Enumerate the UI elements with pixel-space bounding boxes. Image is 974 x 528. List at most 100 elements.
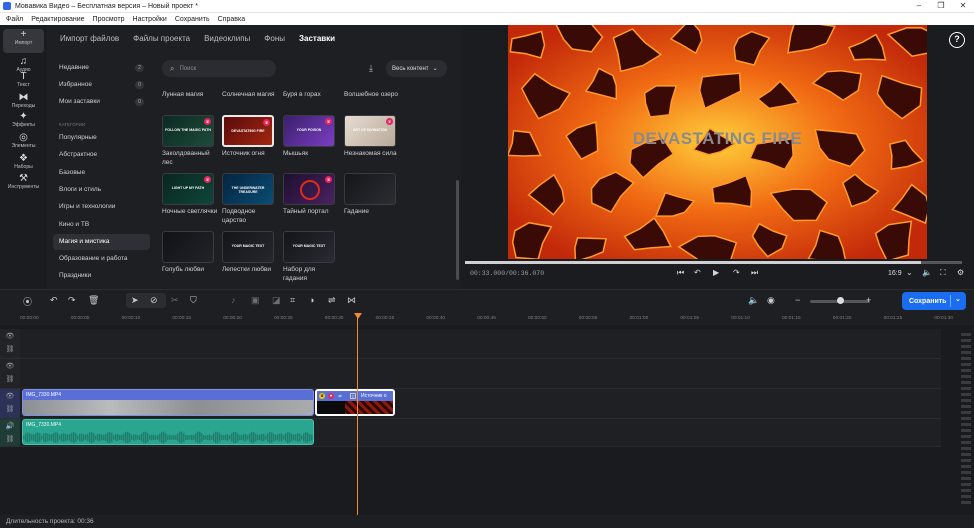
- link-icon[interactable]: ⛓: [0, 434, 20, 445]
- video-clip[interactable]: IMG_7330.MP4: [22, 389, 314, 416]
- category-item[interactable]: Магия и мистика: [53, 233, 150, 250]
- fullscreen-icon[interactable]: ⛶: [940, 268, 946, 278]
- category-item[interactable]: Абстрактное: [53, 147, 150, 163]
- library-scrollbar[interactable]: [456, 180, 459, 280]
- adjust-icon[interactable]: ⇌: [328, 295, 336, 306]
- volume-icon[interactable]: 🔈: [922, 268, 932, 277]
- rail-item[interactable]: ⚒ Инструменты: [3, 173, 44, 190]
- eye-icon[interactable]: 👁: [0, 361, 20, 372]
- library-tab[interactable]: Файлы проекта: [132, 34, 191, 43]
- menu-item[interactable]: Справка: [218, 16, 245, 23]
- rail-item[interactable]: ❖ Наборы: [3, 153, 44, 170]
- settings-icon[interactable]: ⚙: [957, 268, 964, 277]
- category-item[interactable]: Избранное 0: [53, 77, 150, 93]
- category-item[interactable]: Игры и технологии: [53, 199, 150, 215]
- download-icon[interactable]: ⤓: [369, 63, 373, 74]
- intro-thumbnail[interactable]: ♛: [283, 173, 335, 205]
- skip-forward-icon[interactable]: ⏭: [751, 268, 758, 278]
- close-icon[interactable]: ✕: [952, 0, 974, 12]
- pointer-icon[interactable]: ➤: [131, 295, 139, 306]
- skip-back-icon[interactable]: ⏮: [677, 268, 684, 278]
- zoom-out-icon[interactable]: −: [795, 295, 800, 305]
- crop-tool-icon[interactable]: ⌗: [290, 295, 295, 306]
- library-tab[interactable]: Видеоклипы: [203, 34, 251, 43]
- intro-thumbnail[interactable]: FOLLOW THE MAGIC PATH ♛: [162, 115, 214, 147]
- rail-item[interactable]: ✦ Эффекты: [3, 111, 44, 128]
- category-item[interactable]: Популярные: [53, 130, 150, 146]
- intro-title[interactable]: Буря в горах: [283, 90, 339, 99]
- category-item[interactable]: Кино и ТВ: [53, 217, 150, 233]
- eye-icon[interactable]: 👁: [0, 391, 20, 402]
- menu-item[interactable]: Сохранить: [175, 16, 210, 23]
- library-tab[interactable]: Импорт файлов: [59, 34, 120, 43]
- intro-thumbnail[interactable]: [344, 173, 396, 205]
- menu-item[interactable]: Редактирование: [31, 16, 84, 23]
- link-icon[interactable]: ⛓: [0, 404, 20, 415]
- audio-icon[interactable]: 🔊: [0, 421, 20, 432]
- mask-icon[interactable]: ⛉: [190, 295, 197, 306]
- rail-item[interactable]: + Импорт: [3, 29, 44, 53]
- playhead[interactable]: [357, 313, 358, 515]
- voiceover-icon[interactable]: 🔈: [748, 295, 759, 306]
- intro-title[interactable]: Волшебное озеро: [344, 90, 400, 99]
- blade-icon[interactable]: ⊘: [150, 295, 158, 306]
- cut-icon[interactable]: ✂: [171, 295, 179, 306]
- aspect-ratio-select[interactable]: 16:9: [888, 270, 902, 277]
- minimize-icon[interactable]: –: [908, 0, 930, 12]
- title-clip[interactable]: ♛ ♥ ⇌ T Источник о: [315, 389, 395, 416]
- rail-item[interactable]: ⧓ Переходы: [3, 92, 44, 109]
- intro-thumbnail[interactable]: [162, 231, 214, 263]
- intro-thumbnail[interactable]: ART OF DIVINATION ♛: [344, 115, 396, 147]
- rotate-icon[interactable]: ◪: [272, 295, 281, 306]
- rail-item[interactable]: ◎ Элементы: [3, 132, 44, 149]
- maximize-icon[interactable]: ❐: [930, 0, 952, 12]
- video-preview[interactable]: DEVASTATING FIRE: [508, 25, 927, 259]
- intro-title[interactable]: Солнечная магия: [222, 90, 278, 99]
- track-lane-1[interactable]: [20, 329, 941, 359]
- redo-icon[interactable]: ↷: [68, 295, 76, 306]
- search-input[interactable]: ⌕ Поиск: [162, 60, 276, 77]
- audio-clip[interactable]: IMG_7330.MP4: [22, 419, 314, 445]
- record-icon[interactable]: ⦿: [23, 295, 32, 308]
- menu-item[interactable]: Файл: [6, 16, 23, 23]
- intro-thumbnail[interactable]: THE UNDERWATER TREASURE: [222, 173, 274, 205]
- link-icon[interactable]: ⛓: [0, 374, 20, 385]
- timeline-ruler[interactable]: 00:00:00 00:00:05 00:00:10 00:00:15 00:00:20…: [20, 313, 953, 325]
- help-icon[interactable]: ?: [949, 32, 965, 48]
- category-item[interactable]: Мои заставки 0: [53, 94, 150, 110]
- intro-thumbnail[interactable]: YOUR MAGIC TEXT: [222, 231, 274, 263]
- chevron-down-icon[interactable]: ⌄: [955, 295, 961, 303]
- category-item[interactable]: Образование и работа: [53, 251, 150, 267]
- delete-icon[interactable]: 🗑: [88, 295, 99, 306]
- zoom-in-icon[interactable]: +: [866, 295, 871, 305]
- rail-item[interactable]: T Текст: [3, 71, 44, 88]
- library-tab[interactable]: Заставки: [298, 34, 336, 43]
- snap-icon[interactable]: ◉: [767, 295, 775, 306]
- transition-icon[interactable]: ⋈: [347, 295, 356, 306]
- crop-icon[interactable]: ▣: [251, 295, 260, 306]
- speed-icon[interactable]: ◑: [309, 295, 314, 305]
- zoom-slider-knob[interactable]: [837, 297, 844, 304]
- category-item[interactable]: Праздники: [53, 268, 150, 284]
- rewind-icon[interactable]: ↶: [694, 268, 701, 277]
- intro-thumbnail[interactable]: LIGHT UP MY PATH ♛: [162, 173, 214, 205]
- playhead-handle[interactable]: [354, 313, 362, 319]
- track-lane-2[interactable]: [20, 359, 941, 389]
- audio-fx-icon[interactable]: ♪: [231, 295, 236, 305]
- forward-icon[interactable]: ↷: [733, 268, 740, 277]
- play-icon[interactable]: ▶: [713, 268, 719, 277]
- menu-item[interactable]: Просмотр: [93, 16, 125, 23]
- link-icon[interactable]: ⛓: [0, 344, 20, 355]
- intro-thumbnail[interactable]: YOUR MAGIC TEXT: [283, 231, 335, 263]
- content-filter-select[interactable]: Весь контент ⌄: [386, 60, 447, 77]
- save-button[interactable]: Сохранить ⌄: [902, 292, 966, 310]
- menu-item[interactable]: Настройки: [133, 16, 167, 23]
- category-item[interactable]: Базовые: [53, 165, 150, 181]
- library-tab[interactable]: Фоны: [263, 34, 286, 43]
- intro-title[interactable]: Лунная магия: [162, 90, 218, 99]
- intro-thumbnail[interactable]: YOUR POISON ♛: [283, 115, 335, 147]
- chevron-down-icon[interactable]: ⌄: [906, 268, 913, 277]
- category-item[interactable]: Недавние 2: [53, 60, 150, 76]
- undo-icon[interactable]: ↶: [50, 295, 58, 306]
- category-item[interactable]: Влоги и стиль: [53, 182, 150, 198]
